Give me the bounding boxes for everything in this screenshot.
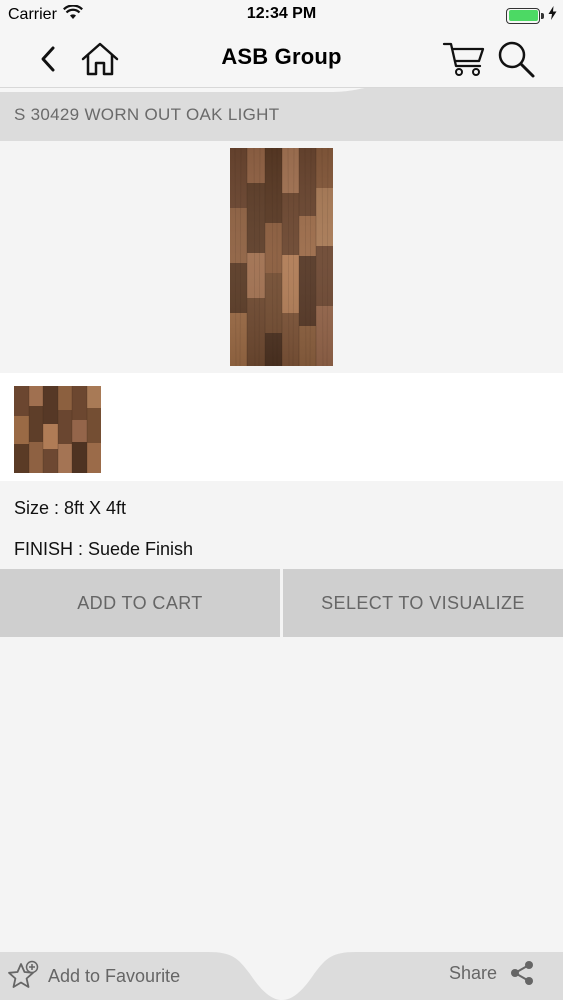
product-title: S 30429 WORN OUT OAK LIGHT	[14, 105, 280, 124]
select-to-visualize-button[interactable]: SELECT TO VISUALIZE	[283, 569, 563, 637]
action-buttons: ADD TO CART SELECT TO VISUALIZE	[0, 569, 563, 637]
product-thumbnail[interactable]	[14, 386, 101, 473]
share-button[interactable]: Share	[449, 960, 535, 986]
search-icon	[498, 41, 535, 78]
share-label: Share	[448, 962, 497, 983]
share-icon	[511, 961, 533, 985]
battery-icon	[506, 7, 544, 24]
cart-icon	[442, 42, 485, 76]
product-title-strip: S 30429 WORN OUT OAK LIGHT	[0, 88, 563, 141]
add-to-favourite-button[interactable]: Add to Favourite	[6, 960, 180, 992]
favourite-label: Add to Favourite	[48, 965, 181, 986]
add-to-cart-button[interactable]: ADD TO CART	[0, 569, 280, 637]
star-plus-icon	[8, 960, 39, 988]
charging-bolt-icon	[548, 6, 557, 25]
battery-level	[508, 10, 538, 21]
status-right	[506, 6, 557, 25]
thumbnail-strip	[0, 373, 563, 481]
search-button[interactable]	[494, 38, 538, 80]
status-time: 12:34 PM	[246, 5, 317, 22]
status-bar: Carrier 12:34 PM	[0, 0, 563, 30]
product-image[interactable]	[230, 148, 333, 366]
navigation-bar: ASB Group	[0, 30, 563, 88]
product-size: Size : 8ft X 4ft	[14, 498, 127, 518]
product-finish: FINISH : Suede Finish	[14, 539, 194, 559]
bottom-bar: Add to Favourite Share	[0, 948, 563, 1000]
cart-button[interactable]	[440, 38, 488, 80]
main-image-area	[0, 141, 563, 373]
